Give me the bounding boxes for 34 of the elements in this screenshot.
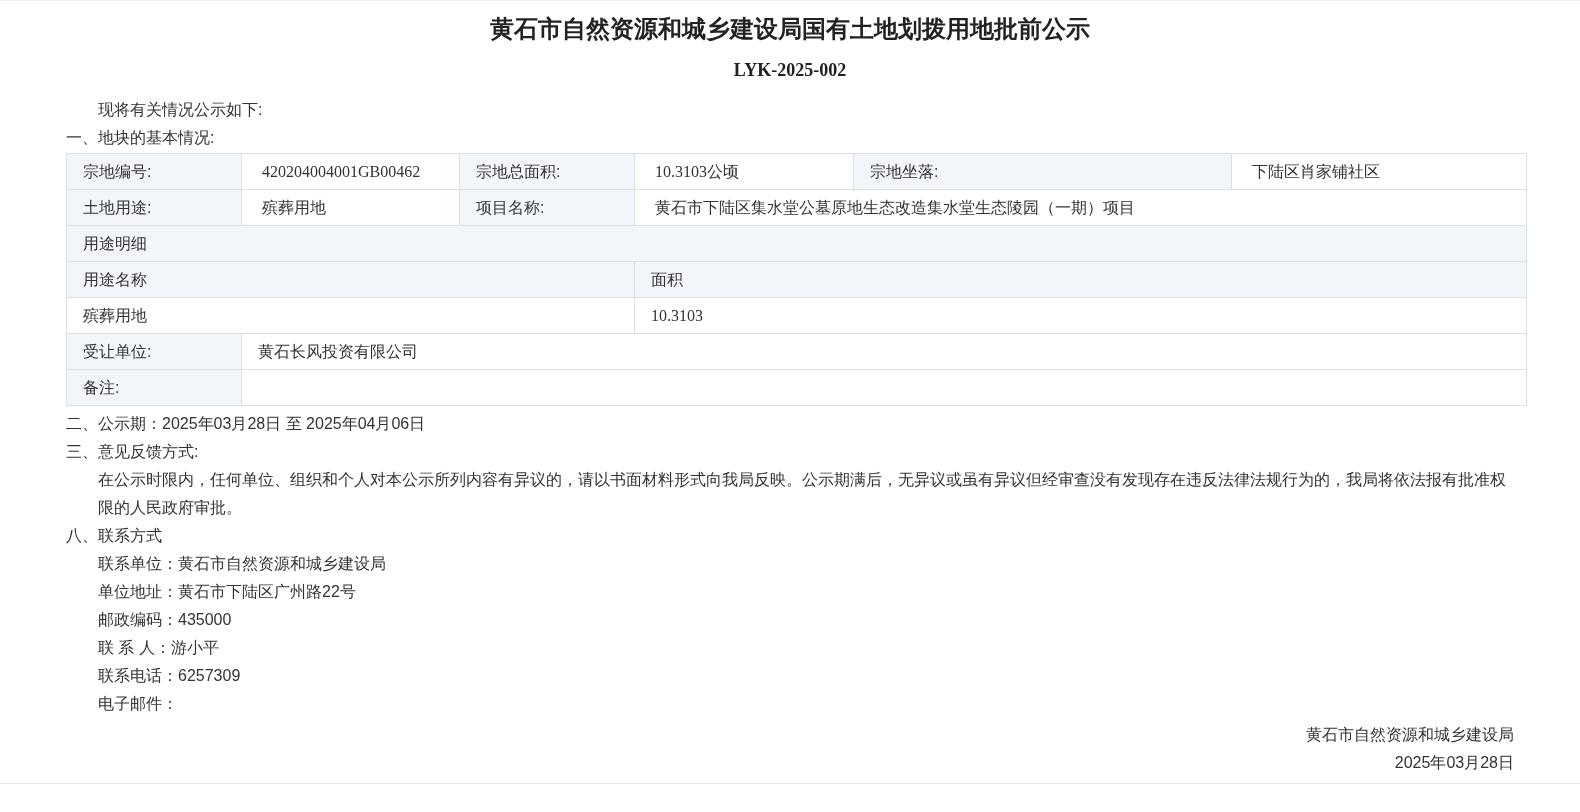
feedback-paragraph: 在公示时限内，任何单位、组织和个人对本公示所列内容有异议的，请以书面材料形式向我局反映。公示期满后，无异议或虽有异议但经审查没有发现存在违反法律法规行为的，我局将依法报有批准权限的人民政府审批。 <box>97 470 1507 518</box>
signature-date: 2025年03月28日 <box>1394 753 1514 773</box>
field-label: 受让单位: <box>66 333 242 370</box>
field-label: 宗地编号: <box>66 153 242 190</box>
field-label: 项目名称: <box>459 189 635 226</box>
page-title: 黄石市自然资源和城乡建设局国有土地划拨用地批前公示 <box>490 15 1090 42</box>
column-header: 面积 <box>634 261 1527 298</box>
contact-line: 邮政编码：435000 <box>97 610 233 630</box>
field-label: 宗地坐落: <box>853 153 1232 190</box>
column-header: 用途名称 <box>66 261 635 298</box>
intro-text: 现将有关情况公示如下: <box>97 100 264 120</box>
contact-line: 联系单位：黄石市自然资源和城乡建设局 <box>97 554 387 574</box>
field-label: 备注: <box>66 369 242 406</box>
field-value: 下陆区肖家铺社区 <box>1231 153 1527 190</box>
contact-line: 联 系 人：游小平 <box>97 638 220 658</box>
field-value: 黄石市下陆区集水堂公墓原地生态改造集水堂生态陵园（一期）项目 <box>634 189 1527 226</box>
contact-line: 电子邮件： <box>97 694 179 714</box>
signature-org: 黄石市自然资源和城乡建设局 <box>1306 725 1514 745</box>
field-label: 用途明细 <box>66 225 1527 262</box>
section-heading: 八、联系方式 <box>66 526 163 546</box>
field-label: 土地用途: <box>66 189 242 226</box>
section-heading: 一、地块的基本情况: <box>66 128 216 148</box>
section-heading: 三、意见反馈方式: <box>66 442 200 462</box>
contact-line: 单位地址：黄石市下陆区广州路22号 <box>97 582 357 602</box>
table-cell: 殡葬用地 <box>66 297 635 334</box>
document-number: LYK-2025-002 <box>733 60 847 80</box>
field-value: 黄石长风投资有限公司 <box>241 333 1527 370</box>
period-text: 二、公示期：2025年03月28日 至 2025年04月06日 <box>66 414 427 434</box>
field-value: 10.3103公顷 <box>634 153 854 190</box>
field-value: 420204004001GB00462 <box>241 153 460 190</box>
table-cell: 10.3103 <box>634 297 1527 334</box>
field-value: 殡葬用地 <box>241 189 460 226</box>
field-label: 宗地总面积: <box>459 153 635 190</box>
contact-line: 联系电话：6257309 <box>97 666 242 686</box>
